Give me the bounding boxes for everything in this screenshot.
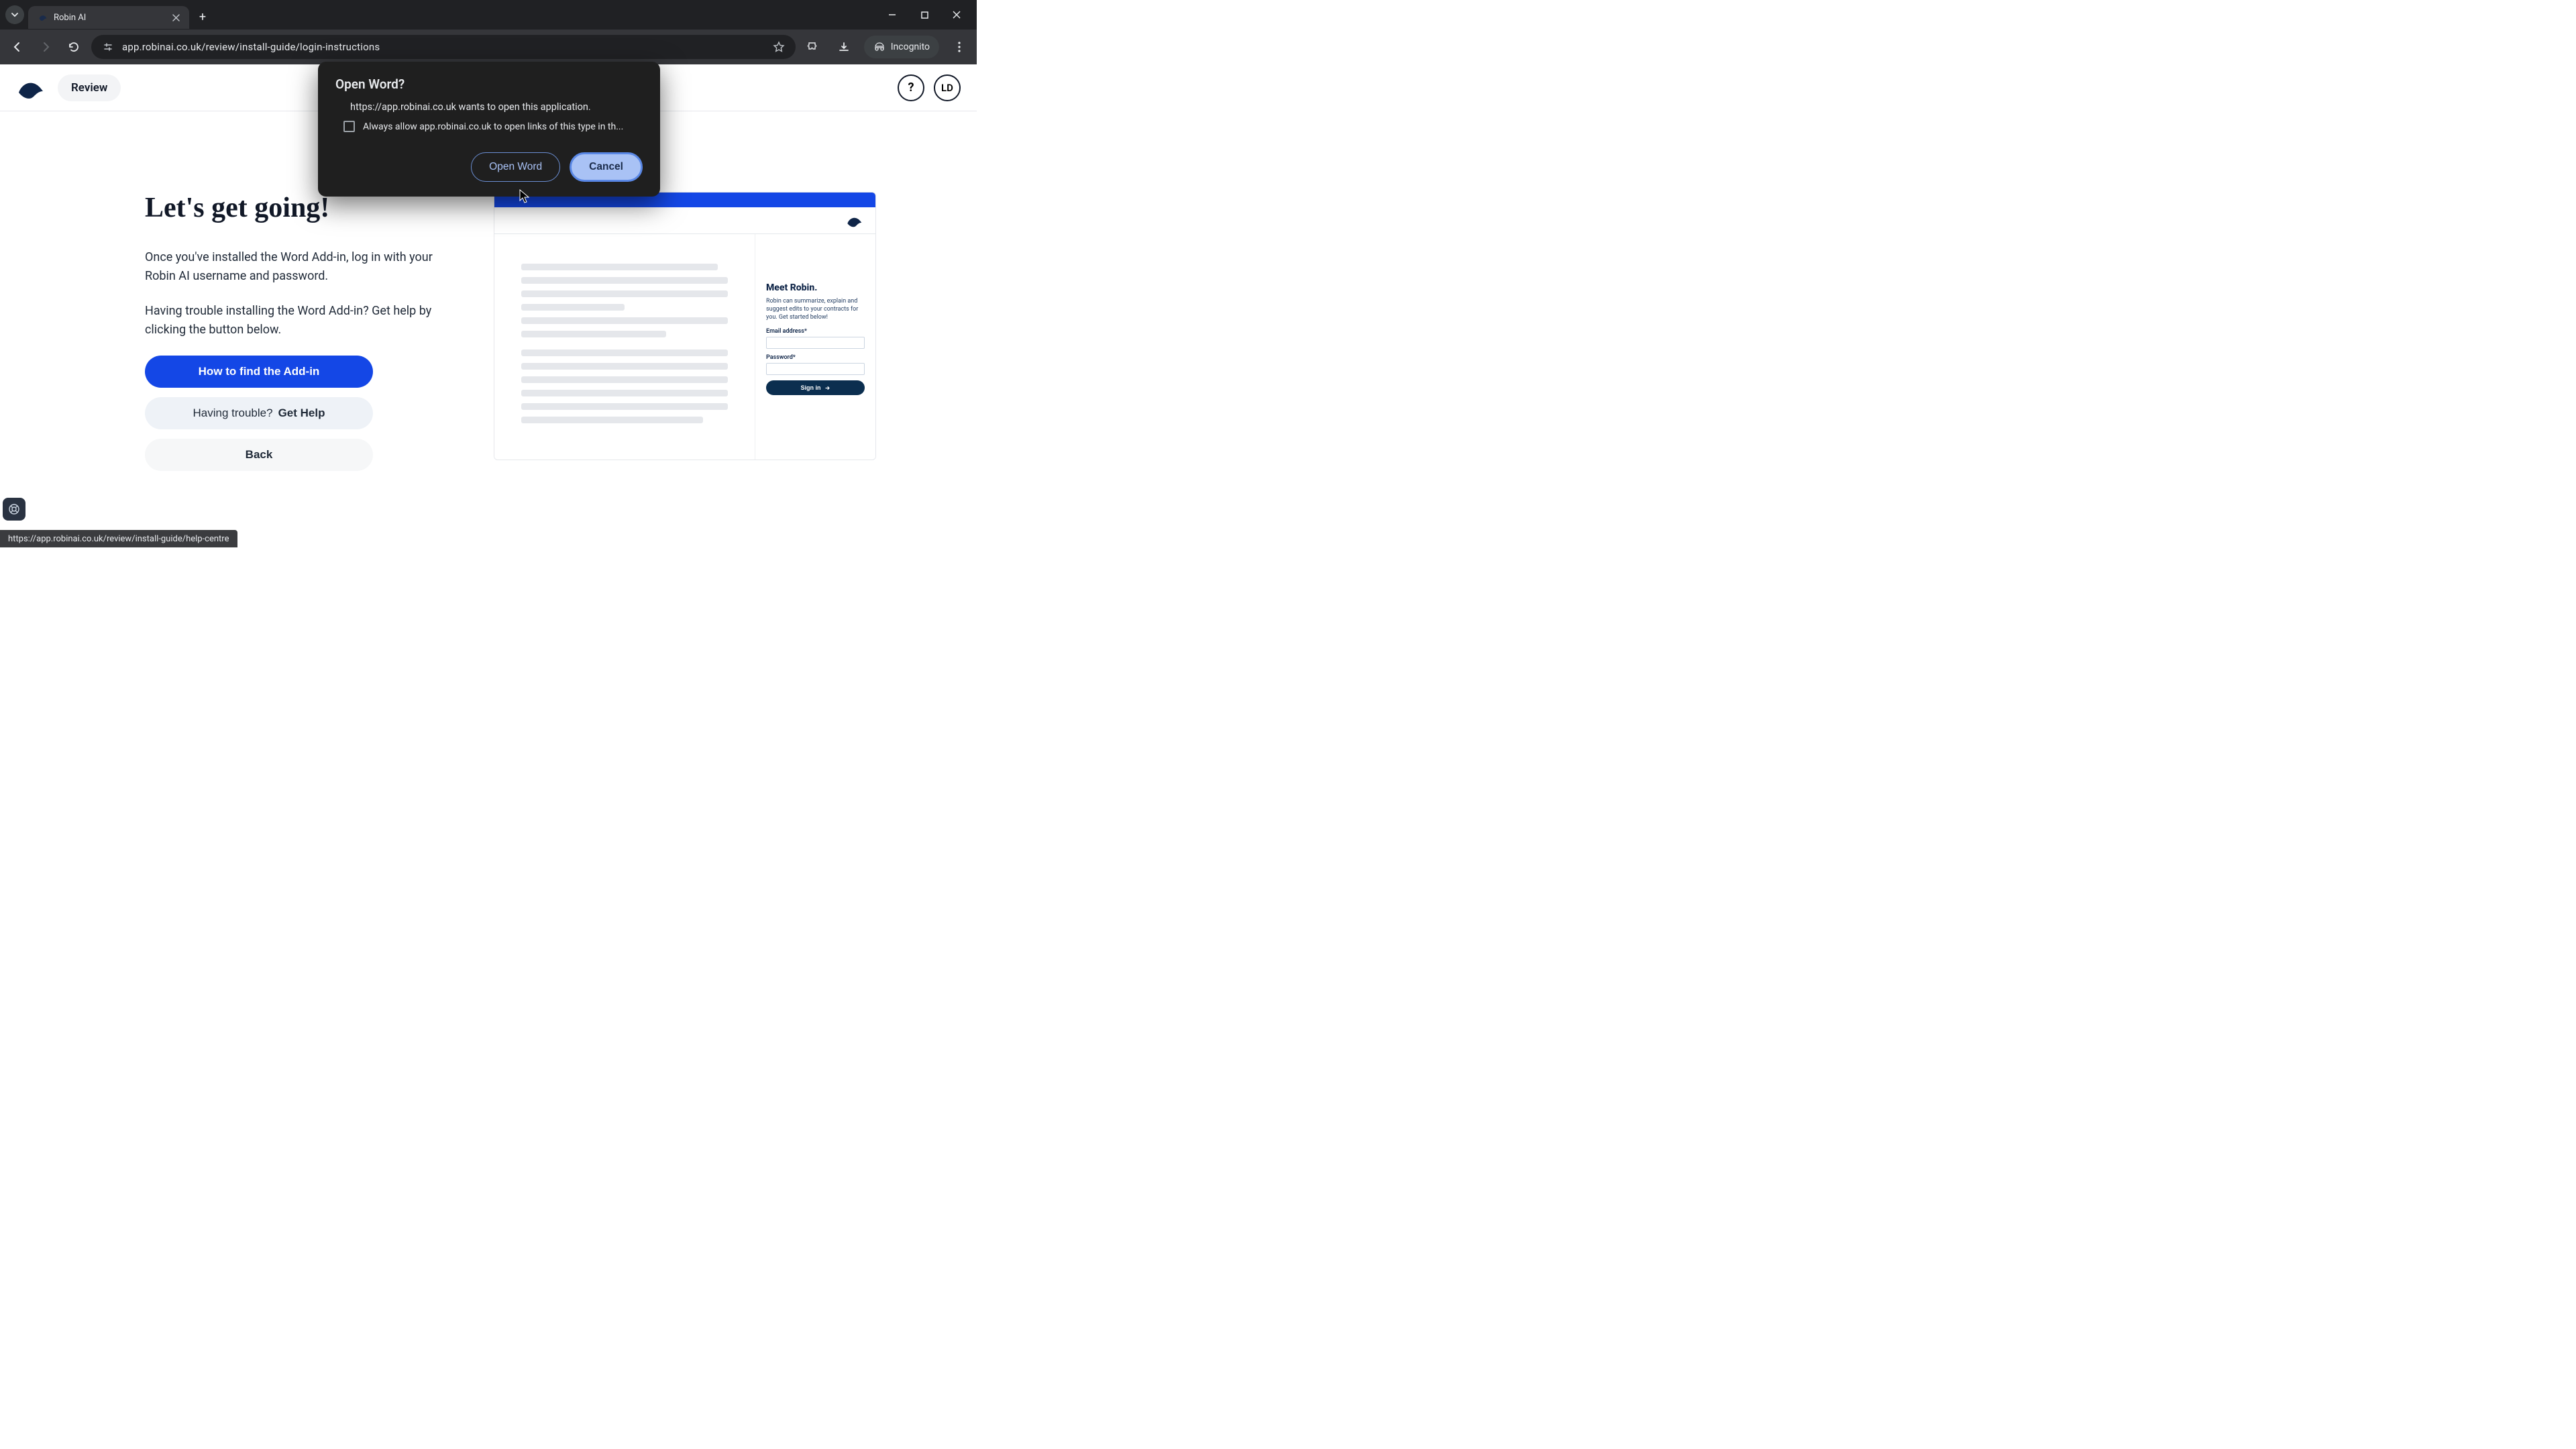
skeleton-line	[521, 403, 728, 410]
preview-header-row	[494, 207, 875, 234]
skeleton-line	[521, 277, 728, 284]
cancel-label: Cancel	[589, 161, 623, 172]
page-heading: Let's get going!	[145, 192, 453, 224]
reload-button[interactable]	[63, 36, 85, 58]
skeleton-line	[521, 350, 728, 356]
email-input-preview	[766, 337, 865, 349]
window-controls	[877, 4, 971, 25]
forward-button	[35, 36, 56, 58]
skeleton-line	[521, 264, 718, 270]
star-icon	[773, 41, 785, 53]
toolbar-right: Incognito	[802, 36, 970, 58]
skeleton-line	[521, 304, 625, 311]
dialog-message: https://app.robinai.co.uk wants to open …	[350, 101, 643, 113]
instructions-column: Let's get going! Once you've installed t…	[145, 192, 453, 471]
incognito-icon	[873, 41, 885, 53]
instructions-para-1: Once you've installed the Word Add-in, l…	[145, 248, 453, 286]
help-glyph: ?	[908, 80, 914, 95]
instructions-para-2: Having trouble installing the Word Add-i…	[145, 302, 453, 339]
tab-bar: Robin AI +	[0, 0, 977, 30]
password-label: Password*	[766, 354, 865, 361]
extensions-button[interactable]	[802, 36, 824, 58]
back-nav-button[interactable]: Back	[145, 439, 373, 471]
meet-robin-title: Meet Robin.	[766, 282, 865, 293]
browser-chrome: Robin AI + app.robinai.co.uk/review/inst…	[0, 0, 977, 64]
robin-logo-small-icon	[846, 214, 865, 227]
help-button[interactable]: ?	[898, 74, 924, 101]
word-addin-preview: Meet Robin. Robin can summarize, explain…	[494, 192, 876, 460]
tab-title: Robin AI	[54, 13, 165, 23]
downloads-button[interactable]	[833, 36, 855, 58]
download-icon	[838, 41, 850, 53]
dialog-checkbox-row: Always allow app.robinai.co.uk to open l…	[343, 121, 643, 132]
always-allow-label: Always allow app.robinai.co.uk to open l…	[363, 121, 623, 132]
skeleton-line	[521, 363, 728, 370]
bookmark-button[interactable]	[771, 40, 786, 54]
get-help-bold: Get Help	[278, 407, 325, 420]
url-field[interactable]: app.robinai.co.uk/review/install-guide/l…	[91, 35, 796, 59]
browser-tab[interactable]: Robin AI	[28, 6, 189, 29]
url-text: app.robinai.co.uk/review/install-guide/l…	[122, 41, 765, 53]
tune-icon	[103, 42, 113, 52]
preview-body: Meet Robin. Robin can summarize, explain…	[494, 234, 875, 460]
get-help-prefix: Having trouble?	[193, 407, 273, 420]
meet-robin-desc: Robin can summarize, explain and suggest…	[766, 297, 865, 321]
arrow-right-icon	[824, 385, 830, 391]
lifebuoy-icon	[8, 503, 20, 515]
user-avatar[interactable]: LD	[934, 74, 961, 101]
site-info-button[interactable]	[101, 40, 115, 54]
kebab-icon	[958, 42, 961, 52]
avatar-initials: LD	[941, 82, 953, 94]
close-icon	[172, 14, 180, 21]
status-bar-url: https://app.robinai.co.uk/review/install…	[0, 530, 237, 547]
maximize-icon	[921, 11, 928, 19]
review-nav-button[interactable]: Review	[58, 74, 121, 101]
signin-button-preview: Sign in	[766, 380, 865, 395]
chevron-down-icon	[11, 11, 19, 19]
skeleton-line	[521, 390, 728, 396]
reload-icon	[68, 41, 80, 53]
tab-close-button[interactable]	[170, 12, 181, 23]
skeleton-line	[521, 376, 728, 383]
robin-logo-icon	[16, 76, 48, 99]
puzzle-icon	[807, 41, 819, 53]
window-maximize-button[interactable]	[910, 4, 939, 25]
skeleton-line	[521, 331, 666, 337]
open-word-label: Open Word	[489, 161, 542, 172]
incognito-indicator[interactable]: Incognito	[864, 36, 939, 58]
window-close-button[interactable]	[942, 4, 971, 25]
close-icon	[953, 11, 961, 19]
back-label: Back	[246, 448, 273, 462]
tab-search-dropdown[interactable]	[5, 5, 24, 24]
dialog-title: Open Word?	[335, 76, 643, 92]
review-label: Review	[71, 81, 107, 95]
browser-menu-button[interactable]	[949, 36, 970, 58]
password-input-preview	[766, 363, 865, 375]
window-minimize-button[interactable]	[877, 4, 907, 25]
find-addin-label: How to find the Add-in	[199, 365, 320, 378]
arrow-left-icon	[11, 41, 23, 53]
find-addin-button[interactable]: How to find the Add-in	[145, 356, 373, 388]
preview-signin-panel: Meet Robin. Robin can summarize, explain…	[755, 234, 875, 460]
minimize-icon	[888, 11, 896, 19]
arrow-right-icon	[40, 41, 52, 53]
always-allow-checkbox[interactable]	[343, 121, 355, 132]
cancel-button[interactable]: Cancel	[570, 152, 643, 182]
get-help-button[interactable]: Having trouble? Get Help	[145, 397, 373, 429]
open-word-dialog: Open Word? https://app.robinai.co.uk wan…	[318, 62, 660, 197]
back-button[interactable]	[7, 36, 28, 58]
incognito-label: Incognito	[891, 42, 930, 52]
skeleton-line	[521, 317, 728, 324]
open-word-button[interactable]: Open Word	[471, 152, 560, 182]
skeleton-line	[521, 290, 728, 297]
new-tab-button[interactable]: +	[193, 7, 212, 26]
email-label: Email address*	[766, 328, 865, 335]
address-bar: app.robinai.co.uk/review/install-guide/l…	[0, 30, 977, 64]
skeleton-line	[521, 417, 703, 423]
robin-favicon-icon	[38, 12, 48, 23]
dialog-actions: Open Word Cancel	[335, 152, 643, 182]
support-widget-button[interactable]	[3, 498, 25, 521]
preview-document	[494, 234, 755, 460]
signin-label: Sign in	[801, 384, 821, 391]
